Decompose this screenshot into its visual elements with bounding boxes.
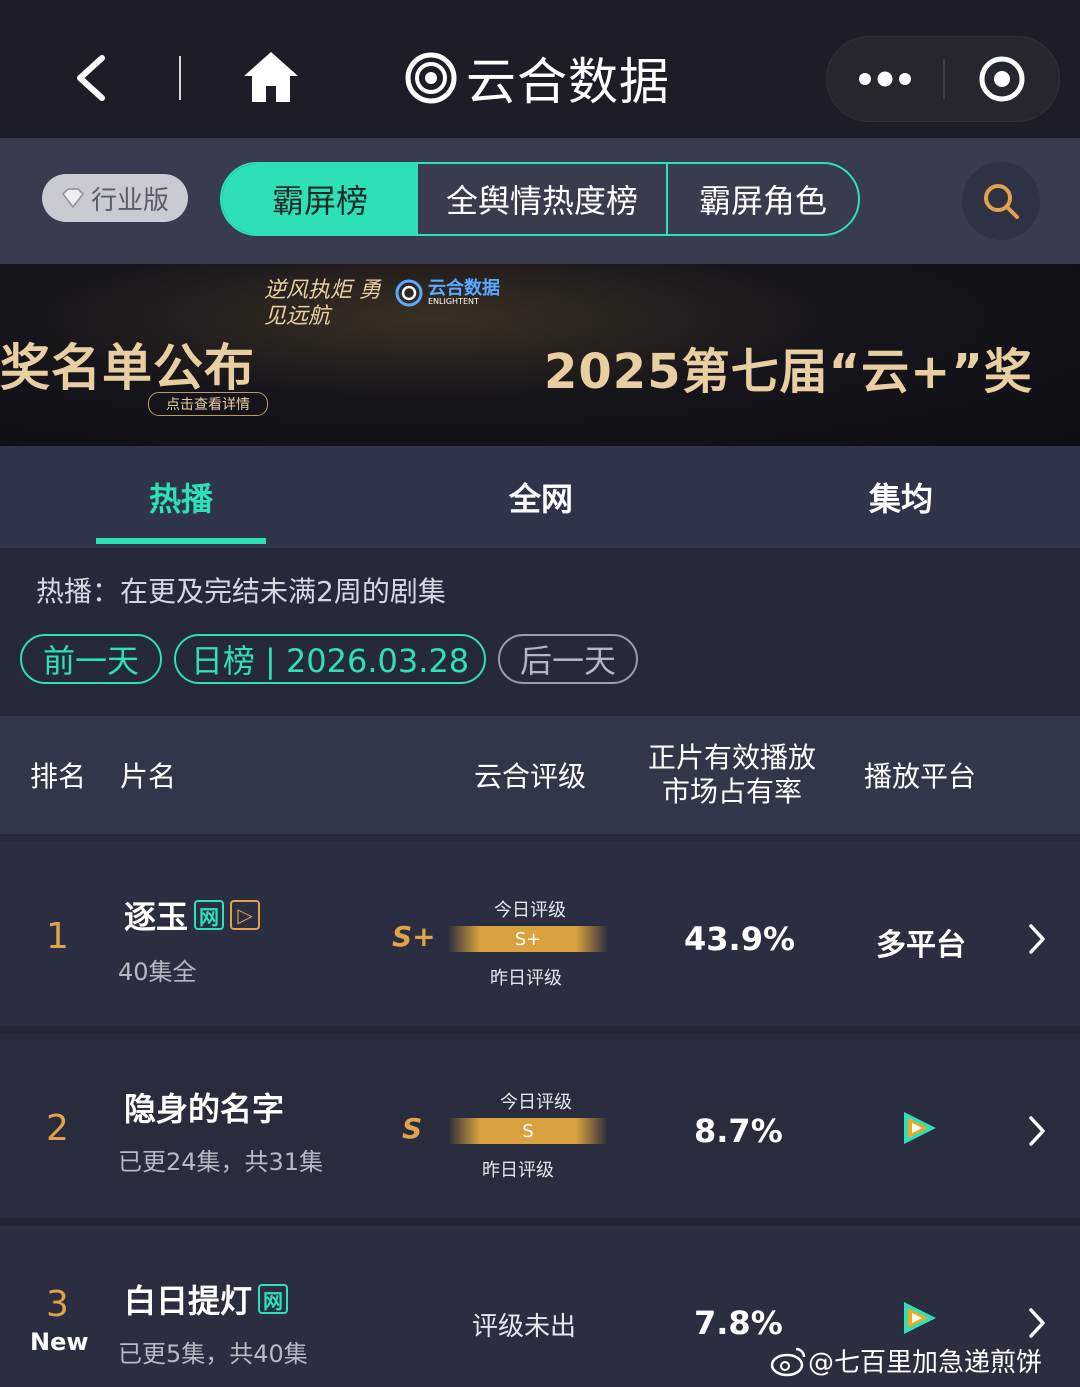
header-platform: 播放平台 [864, 760, 977, 793]
more-button[interactable] [827, 37, 943, 121]
nav-row: 行业版 霸屏榜 全舆情热度榜 霸屏角色 [0, 138, 1080, 264]
row-rank: 2 [46, 1108, 69, 1149]
header-rank: 排名 [30, 760, 87, 793]
divider [179, 56, 181, 100]
table-row[interactable]: 1 逐玉 网 ▷ 40集全 S+ 今日评级 S+ 昨日评级 43.9% 多平台 [0, 842, 1080, 1034]
tab-bar: 热播 全网 集均 [0, 446, 1080, 548]
header-share-line1: 正片有效播放 [647, 741, 816, 774]
network-badge-icon: 网 [258, 1284, 289, 1314]
yesterday-rating-label: 昨日评级 [490, 968, 562, 989]
tencent-video-icon [904, 1302, 936, 1334]
table-header: 排名 片名 云合评级 正片有效播放 市场占有率 播放平台 [0, 716, 1080, 834]
header-share-line2: 市场占有率 [661, 775, 802, 808]
tab-hot[interactable]: 热播 [96, 446, 266, 548]
rating-bar: S [448, 1118, 608, 1144]
awards-banner[interactable]: 奖名单公布 点击查看详情 逆风执炬 勇见远航 云合数据 ENLIGHTENT 2… [0, 264, 1080, 446]
chevron-right-icon[interactable] [1026, 922, 1048, 956]
row-title: 逐玉 网 ▷ [124, 892, 261, 938]
banner-logo: 云合数据 ENLIGHTENT [394, 278, 500, 308]
chevron-left-icon [77, 55, 105, 101]
weibo-icon [770, 1347, 806, 1376]
row-episodes: 已更5集，共40集 [118, 1340, 308, 1368]
industry-version-button[interactable]: 行业版 [42, 174, 188, 222]
row-title: 隐身的名字 [124, 1084, 284, 1130]
home-icon [244, 52, 298, 102]
search-button[interactable] [962, 162, 1040, 240]
row-episodes: 40集全 [118, 958, 197, 986]
segment-sentiment-ranking[interactable]: 全舆情热度榜 [418, 164, 668, 234]
row-rank: 1 [46, 916, 69, 957]
segment-screen-roles[interactable]: 霸屏角色 [668, 164, 858, 234]
next-day-button[interactable]: 后一天 [498, 634, 638, 684]
diamond-icon [61, 188, 84, 208]
row-title: 白日提灯 网 [124, 1276, 289, 1322]
today-rating-label: 今日评级 [494, 900, 566, 921]
back-button[interactable] [68, 50, 118, 106]
exclusive-play-badge-icon: ▷ [230, 900, 261, 930]
rating-bar: S+ [448, 926, 608, 952]
app-title-text: 云合数据 [466, 53, 670, 111]
yunhe-logo-icon [405, 52, 457, 104]
row-separator [0, 1218, 1080, 1226]
row-grade: S+ [392, 920, 436, 953]
target-close-icon [979, 56, 1025, 102]
row-rank: 3 [46, 1284, 69, 1325]
row-separator [0, 1026, 1080, 1034]
mini-program-capsule [826, 36, 1060, 122]
row-title-text: 隐身的名字 [124, 1090, 285, 1128]
header-market-share: 正片有效播放 市场占有率 [640, 716, 824, 834]
more-dots-icon [859, 71, 911, 87]
yunhe-logo-icon [395, 279, 423, 307]
banner-left-text: 奖名单公布 [0, 339, 255, 397]
date-selector[interactable]: 日榜 | 2026.03.28 [174, 634, 486, 684]
chevron-right-icon[interactable] [1026, 1114, 1048, 1148]
network-badge-icon: 网 [194, 900, 225, 930]
banner-right-text: 2025第七届“云+”奖 [544, 344, 1033, 400]
tencent-video-icon [904, 1112, 936, 1144]
row-market-share: 7.8% [694, 1304, 783, 1342]
industry-version-label: 行业版 [90, 185, 169, 216]
prev-day-button[interactable]: 前一天 [20, 634, 162, 684]
tab-episode-average[interactable]: 集均 [816, 446, 986, 548]
weibo-watermark: @七百里加急递煎饼 [770, 1342, 1042, 1379]
tab-all-network[interactable]: 全网 [456, 446, 626, 548]
segment-screen-ranking[interactable]: 霸屏榜 [222, 164, 418, 234]
header-name: 片名 [120, 760, 177, 793]
chevron-right-icon[interactable] [1026, 1306, 1048, 1340]
yesterday-rating-label: 昨日评级 [482, 1160, 554, 1181]
row-grade-pending: 评级未出 [472, 1312, 577, 1342]
ranking-description: 热播：在更及完结未满2周的剧集 [36, 575, 446, 608]
banner-slogan: 逆风执炬 勇见远航 [264, 278, 381, 329]
active-tab-indicator [96, 538, 266, 544]
row-market-share: 8.7% [694, 1112, 783, 1150]
table-row[interactable]: 2 隐身的名字 已更24集，共31集 S 今日评级 S 昨日评级 8.7% [0, 1034, 1080, 1226]
watermark-text: @七百里加急递煎饼 [808, 1348, 1043, 1378]
today-rating-label: 今日评级 [500, 1092, 572, 1113]
row-grade: S [402, 1112, 423, 1145]
app-title: 云合数据 [404, 42, 670, 114]
top-bar: 云合数据 [0, 0, 1080, 138]
row-title-text: 逐玉 [124, 898, 189, 936]
close-button[interactable] [945, 37, 1059, 121]
new-badge: New [30, 1328, 89, 1356]
search-icon [984, 184, 1019, 219]
header-rating: 云合评级 [474, 760, 587, 793]
ranking-segment-control: 霸屏榜 全舆情热度榜 霸屏角色 [220, 162, 860, 236]
row-market-share: 43.9% [684, 920, 796, 958]
row-episodes: 已更24集，共31集 [118, 1148, 324, 1176]
row-platform: 多平台 [876, 928, 966, 963]
row-title-text: 白日提灯 [124, 1282, 253, 1320]
banner-detail-button[interactable]: 点击查看详情 [148, 392, 268, 416]
banner-logo-text: 云合数据 [428, 277, 500, 299]
home-button[interactable] [240, 48, 302, 106]
